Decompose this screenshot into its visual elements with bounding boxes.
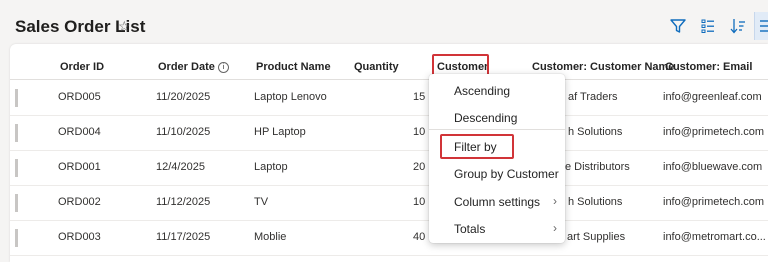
cell-email: info@primetech.com — [663, 196, 765, 208]
cell-customer-name: art Supplies — [567, 231, 626, 243]
menu-item-column-settings[interactable]: Column settings › — [429, 188, 565, 215]
edit-columns-icon[interactable] — [698, 16, 718, 36]
list-view-icon — [760, 20, 768, 32]
cell-product-name: Laptop Lenovo — [254, 91, 327, 103]
row-selector[interactable] — [15, 89, 18, 107]
cell-email: info@metromart.co... — [663, 231, 766, 243]
cell-quantity: 40 — [413, 231, 426, 243]
cell-email: info@primetech.com — [663, 126, 765, 138]
cell-order-id: ORD005 — [58, 91, 101, 103]
menu-item-label: Totals — [454, 222, 486, 236]
menu-item-group-by[interactable]: Group by Customer — [429, 160, 565, 187]
table-row[interactable]: ORD001 12/4/2025 Laptop 20 e Distributor… — [10, 150, 768, 186]
cell-order-date: 11/10/2025 — [156, 126, 211, 138]
cell-email: info@bluewave.com — [663, 161, 763, 173]
column-header-quantity[interactable]: Quantity — [354, 61, 399, 73]
sort-icon[interactable] — [728, 16, 748, 36]
column-header-product-name[interactable]: Product Name — [256, 61, 331, 73]
info-icon: i — [217, 62, 229, 73]
cell-customer-name: e Distributors — [565, 161, 630, 173]
table-row[interactable]: ORD005 11/20/2025 Laptop Lenovo 15 af Tr… — [10, 80, 768, 116]
cell-customer-name: h Solutions — [568, 126, 623, 138]
cell-order-id: ORD002 — [58, 196, 101, 208]
table-row[interactable]: ORD002 11/12/2025 TV 10 h Solutions info… — [10, 185, 768, 221]
chevron-right-icon: › — [553, 194, 557, 208]
cell-quantity: 10 — [413, 196, 426, 208]
cell-quantity: 15 — [413, 91, 426, 103]
column-header-customer-email[interactable]: Customer: Email — [665, 61, 752, 73]
column-header-order-date-label: Order Date — [158, 61, 215, 73]
menu-item-label: Column settings — [454, 195, 541, 209]
filter-icon[interactable] — [668, 16, 688, 36]
menu-item-descending[interactable]: Descending — [429, 104, 565, 131]
cell-product-name: Laptop — [254, 161, 288, 173]
menu-item-label: Group by Customer — [454, 167, 559, 181]
favorite-star-icon[interactable]: ☆ — [118, 18, 131, 35]
column-header-order-date[interactable]: Order Date i — [158, 61, 229, 73]
cell-order-id: ORD004 — [58, 126, 101, 138]
cell-email: info@greenleaf.com — [663, 91, 762, 103]
cell-order-id: ORD001 — [58, 161, 101, 173]
row-selector[interactable] — [15, 159, 18, 177]
sales-order-grid: Order ID Order Date i Product Name Quanti… — [10, 44, 768, 262]
view-menu-button[interactable] — [754, 12, 768, 40]
column-header-order-id[interactable]: Order ID — [60, 61, 104, 73]
cell-customer-name: af Traders — [568, 91, 618, 103]
row-selector[interactable] — [15, 194, 18, 212]
menu-divider — [429, 129, 565, 130]
cell-product-name: HP Laptop — [254, 126, 306, 138]
row-selector[interactable] — [15, 229, 18, 247]
cell-order-date: 11/12/2025 — [156, 196, 211, 208]
cell-product-name: Moblie — [254, 231, 287, 243]
cell-quantity: 20 — [413, 161, 426, 173]
filter-by-highlight — [440, 134, 514, 159]
table-row[interactable]: ORD003 11/17/2025 Moblie 40 art Supplies… — [10, 220, 768, 256]
cell-customer-name: h Solutions — [568, 196, 623, 208]
cell-order-date: 12/4/2025 — [156, 161, 205, 173]
menu-item-totals[interactable]: Totals › — [429, 215, 565, 242]
row-selector[interactable] — [15, 124, 18, 142]
cell-order-date: 11/20/2025 — [156, 91, 211, 103]
cell-order-date: 11/17/2025 — [156, 231, 211, 243]
menu-item-ascending[interactable]: Ascending — [429, 77, 565, 104]
column-context-menu: Ascending Descending Filter by Group by … — [429, 74, 565, 243]
chevron-right-icon: › — [553, 221, 557, 235]
cell-quantity: 10 — [413, 126, 426, 138]
cell-product-name: TV — [254, 196, 269, 208]
menu-item-label: Ascending — [454, 84, 511, 98]
table-row[interactable]: ORD004 11/10/2025 HP Laptop 10 h Solutio… — [10, 115, 768, 151]
column-header-customer-name[interactable]: Customer: Customer Name — [532, 61, 674, 73]
menu-item-label: Descending — [454, 111, 518, 125]
cell-order-id: ORD003 — [58, 231, 101, 243]
